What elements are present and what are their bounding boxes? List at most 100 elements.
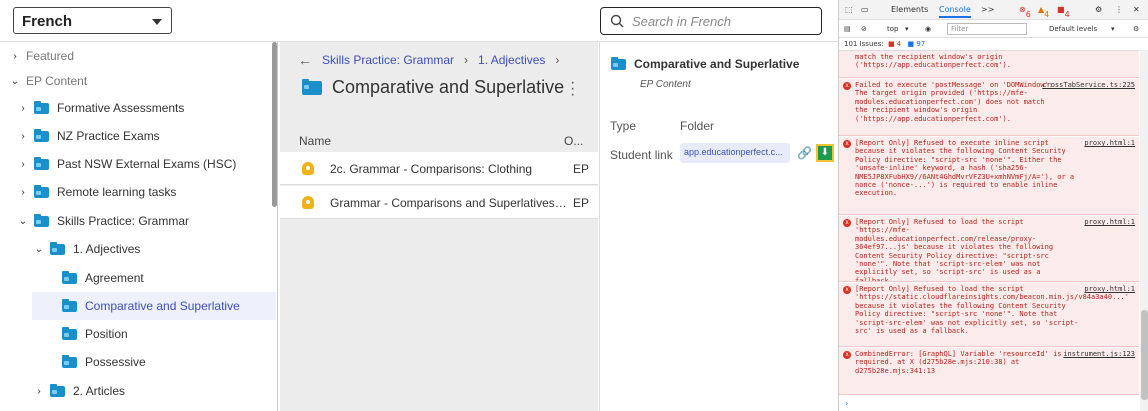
sidebar-item-remote-learning[interactable]: › Remote learning tasks: [16, 178, 272, 206]
sidebar-item-position[interactable]: Position: [62, 320, 272, 348]
more-options-icon[interactable]: ⋮: [1115, 5, 1123, 14]
folder-icon: [302, 78, 322, 95]
language-select[interactable]: French: [13, 7, 172, 34]
folder-icon: [611, 56, 626, 70]
sidebar-item-adjectives[interactable]: ⌄ 1. Adjectives: [32, 235, 272, 263]
console-settings-icon[interactable]: ⚙: [1133, 25, 1139, 33]
folder-icon: [34, 100, 49, 114]
issues-info-badge: ■ 97: [907, 40, 926, 48]
console-message[interactable]: x instrument.js:123 CombinedError: [Grap…: [839, 348, 1139, 395]
chevron-right-icon: ›: [464, 53, 469, 67]
sidebar-item-comparative-superlative[interactable]: Comparative and Superlative: [32, 292, 276, 320]
filter-input[interactable]: Filter: [947, 23, 1027, 35]
download-button[interactable]: ⬇: [816, 144, 834, 162]
row-owner: EP: [573, 196, 590, 210]
chevron-down-icon: [152, 19, 162, 25]
inspect-icon[interactable]: ⬚: [845, 5, 853, 14]
breadcrumb-item[interactable]: 1. Adjectives: [478, 53, 545, 67]
chevron-right-icon[interactable]: ›: [16, 159, 30, 170]
error-count-badge[interactable]: ⊗ 6: [1019, 5, 1031, 19]
console-message[interactable]: match the recipient window's origin ('ht…: [839, 51, 1139, 78]
sidebar-item-agreement[interactable]: Agreement: [62, 264, 272, 292]
back-arrow-icon[interactable]: ←: [298, 52, 312, 68]
folder-content: ← Skills Practice: Grammar › 1. Adjectiv…: [280, 42, 598, 411]
console-message[interactable]: x proxy.html:1 [Report Only] Refused to …: [839, 216, 1139, 282]
tab-console[interactable]: Console: [939, 5, 971, 18]
warning-count: 4: [1044, 10, 1050, 19]
sidebar-toggle-icon[interactable]: ▤: [844, 25, 851, 33]
folder-icon: [34, 156, 49, 170]
console-message[interactable]: x proxy.html:1 [Report Only] Refused to …: [839, 137, 1139, 215]
details-subtitle: EP Content: [640, 79, 691, 90]
sidebar-item-ep-content[interactable]: ⌄ EP Content: [8, 67, 272, 95]
sidebar-item-label: 1. Adjectives: [73, 242, 141, 256]
page-title-text: Comparative and Superlative: [332, 77, 565, 97]
log-source[interactable]: proxy.html:1: [1084, 285, 1135, 293]
sidebar-item-featured[interactable]: › Featured: [8, 42, 272, 70]
table-row[interactable]: 2c. Grammar - Comparisons: Clothing EP: [280, 152, 598, 185]
issues-bar[interactable]: 101 Issues: ■ 4 ■ 97: [839, 38, 1148, 51]
chevron-right-icon: ›: [555, 53, 560, 67]
folder-icon: [62, 326, 77, 340]
breadcrumb-item[interactable]: Skills Practice: Grammar: [322, 53, 454, 67]
chevron-right-icon[interactable]: ›: [16, 187, 30, 198]
type-label: Type: [610, 119, 637, 133]
sidebar-item-possessive[interactable]: Possessive: [62, 348, 272, 376]
sidebar-item-label: Comparative and Superlative: [85, 299, 240, 313]
issue-count-badge[interactable]: ■ 4: [1057, 5, 1070, 19]
clear-console-icon[interactable]: ⊘: [861, 25, 867, 33]
sidebar-scrollbar[interactable]: [272, 42, 277, 207]
sidebar-item-skills-practice-grammar[interactable]: ⌄ Skills Practice: Grammar: [16, 207, 272, 235]
log-source[interactable]: instrument.js:123: [1063, 350, 1135, 358]
console-message[interactable]: x crossTabService.ts:225 Failed to execu…: [839, 79, 1139, 136]
error-count: 6: [1025, 10, 1031, 19]
chevron-right-icon[interactable]: ›: [32, 386, 46, 397]
issues-error-badge: ■ 4: [887, 40, 902, 48]
log-source[interactable]: proxy.html:1: [1084, 139, 1135, 147]
chevron-down-icon[interactable]: ⌄: [8, 76, 22, 87]
context-select[interactable]: top: [887, 25, 898, 33]
column-header-name[interactable]: Name: [299, 134, 331, 148]
log-source[interactable]: proxy.html:1: [1084, 218, 1135, 226]
row-name: Grammar - Comparisons and Superlatives: …: [330, 196, 570, 210]
more-options-icon[interactable]: · · ·: [570, 75, 575, 103]
chevron-down-icon[interactable]: ⌄: [16, 216, 30, 227]
sidebar-item-formative-assessments[interactable]: › Formative Assessments: [16, 94, 272, 122]
sidebar-item-label: Formative Assessments: [57, 101, 185, 115]
search-input[interactable]: Search in French: [600, 7, 822, 35]
sidebar-item-label: Position: [85, 327, 128, 341]
folder-icon: [62, 270, 77, 284]
console-message[interactable]: x proxy.html:1 [Report Only] Refused to …: [839, 283, 1139, 347]
log-source[interactable]: crossTabService.ts:225: [1042, 81, 1135, 89]
table-row[interactable]: Grammar - Comparisons and Superlatives: …: [280, 186, 598, 219]
eye-icon[interactable]: ◉: [925, 25, 931, 33]
sidebar-item-nz-practice-exams[interactable]: › NZ Practice Exams: [16, 122, 272, 150]
device-toolbar-icon[interactable]: ▭: [861, 5, 869, 14]
tab-elements[interactable]: Elements: [891, 5, 928, 14]
chevron-right-icon[interactable]: ›: [16, 103, 30, 114]
console-prompt[interactable]: ›: [845, 399, 848, 408]
more-tabs-icon[interactable]: >>: [981, 5, 994, 14]
column-header-owner[interactable]: O...: [564, 134, 583, 148]
row-name: 2c. Grammar - Comparisons: Clothing: [330, 162, 533, 176]
link-icon[interactable]: 🔗: [797, 146, 812, 160]
sidebar-item-past-nsw-exams[interactable]: › Past NSW External Exams (HSC): [16, 150, 272, 178]
chevron-right-icon[interactable]: ›: [8, 51, 22, 62]
student-link-field[interactable]: app.educationperfect.c...: [680, 143, 790, 163]
console-scrollbar-thumb[interactable]: [1141, 310, 1148, 400]
folder-icon: [34, 213, 49, 227]
sidebar-item-articles[interactable]: › 2. Articles: [32, 377, 272, 405]
issues-text: 101 Issues:: [844, 40, 884, 48]
chevron-right-icon[interactable]: ›: [16, 131, 30, 142]
top-bar: French Search in French: [0, 0, 838, 42]
close-icon[interactable]: ✕: [1133, 5, 1140, 14]
lightbulb-icon: [302, 162, 314, 175]
chevron-down-icon[interactable]: ⌄: [32, 244, 46, 255]
language-select-value: French: [22, 13, 73, 30]
error-icon: x: [843, 82, 851, 90]
sidebar-item-label: Possessive: [85, 355, 146, 369]
devtools-panel: ⬚ ▭ Elements Console >> ⊗ 6 ▲ 4 ■ 4 ⚙ ⋮ ✕ ▤…: [838, 0, 1148, 411]
settings-icon[interactable]: ⚙: [1095, 5, 1102, 14]
log-levels-select[interactable]: Default levels: [1049, 25, 1097, 33]
warning-count-badge[interactable]: ▲ 4: [1038, 5, 1049, 19]
